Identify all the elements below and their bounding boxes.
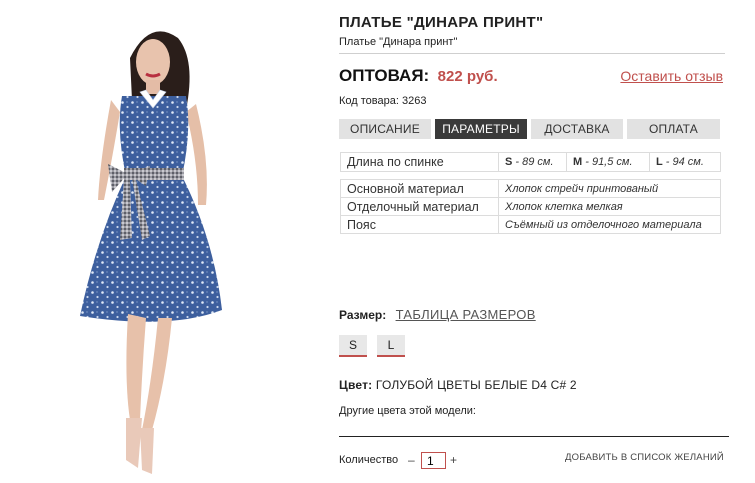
add-to-wishlist-button[interactable]: ДОБАВИТЬ В СПИСОК ЖЕЛАНИЙ: [565, 452, 724, 463]
param-value: Хлопок клетка мелкая: [498, 197, 721, 216]
table-row: Пояс Съёмный из отделочного материала: [340, 215, 721, 234]
measurement-s: S - 89 см.: [498, 152, 567, 172]
measurement-m: M - 91,5 см.: [566, 152, 650, 172]
param-label: Отделочный материал: [340, 197, 499, 216]
product-photo[interactable]: [0, 0, 330, 483]
param-label: Основной материал: [340, 179, 499, 198]
measurement-label: Длина по спинке: [340, 152, 499, 172]
quantity-row: Количество – + ДОБАВИТЬ В СПИСОК ЖЕЛАНИЙ: [339, 452, 729, 470]
quantity-increase-button[interactable]: +: [450, 453, 457, 467]
divider: [339, 436, 729, 437]
param-value: Съёмный из отделочного материала: [498, 215, 721, 234]
size-label: Размер:: [339, 308, 387, 322]
product-sku: Код товара: 3263: [339, 95, 427, 107]
product-title: ПЛАТЬЕ "ДИНАРА ПРИНТ": [339, 14, 544, 31]
color-label: Цвет:: [339, 378, 373, 392]
measurement-l: L - 94 см.: [649, 152, 721, 172]
size-option-s[interactable]: S: [339, 335, 367, 357]
other-colors-label: Другие цвета этой модели:: [339, 405, 476, 417]
tab-delivery[interactable]: ДОСТАВКА: [531, 119, 623, 139]
quantity-decrease-button[interactable]: –: [408, 453, 415, 467]
quantity-label: Количество: [339, 454, 399, 466]
size-row: Размер: ТАБЛИЦА РАЗМЕРОВ: [339, 307, 536, 322]
table-row: Отделочный материал Хлопок клетка мелкая: [340, 197, 721, 216]
measurements-table: Длина по спинке S - 89 см. M - 91,5 см. …: [340, 152, 721, 172]
leave-review-link[interactable]: Оставить отзыв: [620, 68, 723, 84]
price-label: ОПТОВАЯ:: [339, 66, 430, 85]
product-tabs: ОПИСАНИЕ ПАРАМЕТРЫ ДОСТАВКА ОПЛАТА: [339, 119, 721, 139]
tab-description[interactable]: ОПИСАНИЕ: [339, 119, 431, 139]
size-option-l[interactable]: L: [377, 335, 405, 357]
product-subtitle: Платье "Динара принт": [339, 36, 725, 54]
dress-model-image: [80, 31, 222, 474]
parameters-table: Основной материал Хлопок стрейч принтова…: [340, 179, 721, 234]
tab-parameters[interactable]: ПАРАМЕТРЫ: [435, 119, 527, 139]
quantity-input[interactable]: [421, 452, 446, 469]
color-value: ГОЛУБОЙ ЦВЕТЫ БЕЛЫЕ D4 C# 2: [375, 378, 577, 392]
param-value: Хлопок стрейч принтованый: [498, 179, 721, 198]
price-row: ОПТОВАЯ: 822 руб. Оставить отзыв: [339, 66, 725, 88]
tab-payment[interactable]: ОПЛАТА: [627, 119, 720, 139]
color-row: Цвет: ГОЛУБОЙ ЦВЕТЫ БЕЛЫЕ D4 C# 2: [339, 378, 577, 392]
size-chart-link[interactable]: ТАБЛИЦА РАЗМЕРОВ: [396, 307, 536, 322]
table-row: Длина по спинке S - 89 см. M - 91,5 см. …: [340, 152, 721, 172]
price-value: 822 руб.: [437, 68, 498, 85]
param-label: Пояс: [340, 215, 499, 234]
table-row: Основной материал Хлопок стрейч принтова…: [340, 179, 721, 198]
